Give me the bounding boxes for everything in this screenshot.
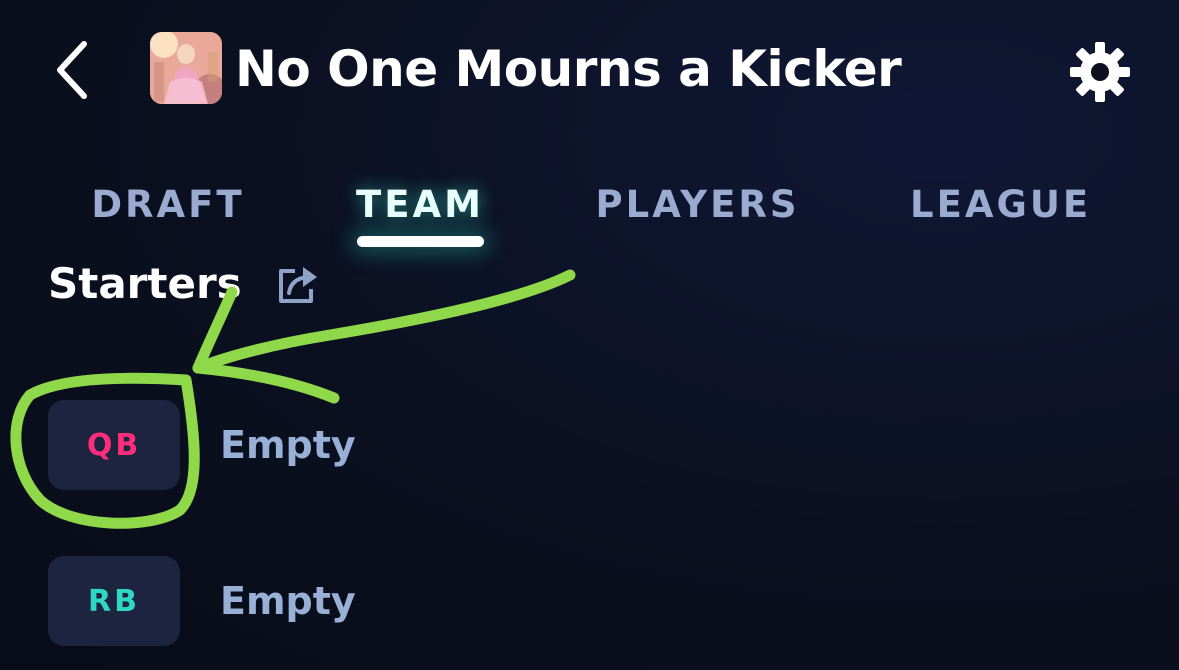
back-button[interactable] [40,30,104,110]
tab-draft[interactable]: DRAFT [88,170,248,240]
roster-row-rb[interactable]: RB Empty [48,556,1148,646]
app-screen: No One Mourns a Kicker DRAFT TEAM PLAYER… [0,0,1179,670]
share-button[interactable] [272,258,324,310]
chevron-left-icon [57,41,87,99]
settings-button[interactable] [1064,36,1136,108]
section-title: Starters [48,259,242,308]
player-name: Empty [220,579,356,623]
starters-header: Starters [48,252,448,316]
player-name: Empty [220,423,356,467]
roster-row-qb[interactable]: QB Empty [48,400,1148,490]
tab-bar: DRAFT TEAM PLAYERS LEAGUE [0,160,1179,250]
header: No One Mourns a Kicker [0,0,1179,140]
position-badge-rb: RB [48,556,180,646]
tab-league[interactable]: LEAGUE [910,170,1090,240]
tab-players[interactable]: PLAYERS [595,170,800,240]
position-badge-qb: QB [48,400,180,490]
share-icon [279,267,317,303]
active-tab-indicator [357,236,484,247]
gear-icon [1070,42,1130,102]
league-avatar [150,32,222,104]
arrow-head-lower [192,362,340,404]
tab-team[interactable]: TEAM [350,170,490,240]
league-title: No One Mourns a Kicker [235,40,902,98]
